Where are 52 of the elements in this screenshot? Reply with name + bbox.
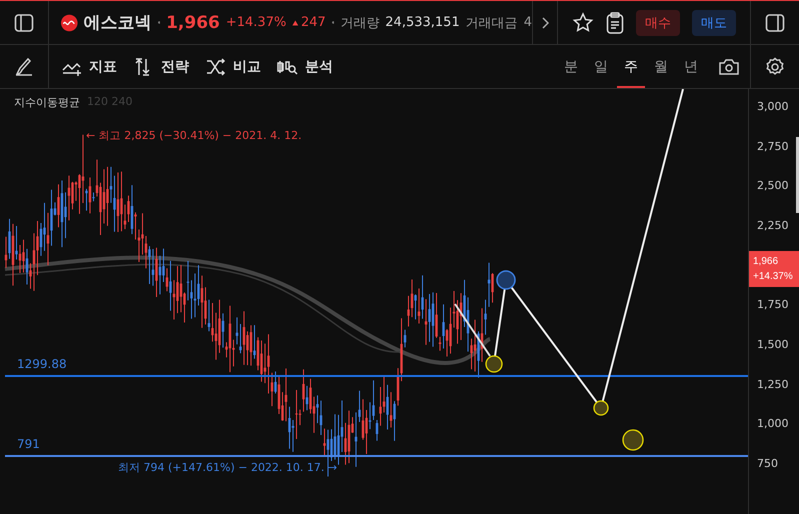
separator-dot-icon <box>158 21 160 24</box>
trend-line <box>454 303 491 357</box>
up-triangle-icon <box>292 18 299 26</box>
stock-name: 에스코넥 <box>84 12 152 34</box>
level-label: 1299.88 <box>17 357 67 371</box>
pen-icon[interactable] <box>14 56 34 76</box>
period-tab[interactable]: 주 <box>617 45 645 88</box>
price-tag: 1,966 +14.37% <box>749 251 799 287</box>
period-tab[interactable]: 분 <box>557 45 585 88</box>
change-amount: 247 <box>300 15 326 30</box>
toolbar-button[interactable]: 분석 <box>277 58 333 76</box>
low-annotation: 최저 794 (+147.61%) − 2022. 10. 17. → <box>118 460 338 475</box>
settings-icon[interactable] <box>765 56 785 76</box>
axis-tick-label: 1,750 <box>757 298 788 312</box>
toolbar-button[interactable]: 비교 <box>205 58 261 76</box>
trade-value: 4 <box>524 15 532 30</box>
period-tab[interactable]: 년 <box>677 45 705 88</box>
circle-marker <box>593 400 609 416</box>
separator-dot-icon <box>332 21 334 24</box>
high-annotation: ← 최고 2,825 (−30.41%) − 2021. 4. 12. <box>86 128 302 143</box>
axis-tick-label: 2,250 <box>757 219 788 232</box>
scrollbar-thumb[interactable] <box>796 137 799 213</box>
axis-tick-label: 1,000 <box>757 417 788 430</box>
trade-value-label: 거래대금 <box>466 14 518 32</box>
period-tab[interactable]: 월 <box>647 45 675 88</box>
volume-label: 거래량 <box>340 14 380 32</box>
clipboard-icon[interactable] <box>606 12 624 34</box>
axis-tick-label: 2,750 <box>757 140 788 153</box>
axis-tick-label: 1,500 <box>757 338 788 351</box>
crossing-arrows-icon <box>205 58 227 76</box>
axis-tick-label: 1,250 <box>757 378 788 391</box>
sidebar-panel-icon[interactable] <box>14 12 34 32</box>
camera-icon[interactable] <box>718 58 740 76</box>
axis-tick-label: 750 <box>757 457 778 470</box>
level-label: 791 <box>17 437 40 451</box>
buy-button[interactable]: 매수 <box>636 10 680 36</box>
circle-marker <box>496 270 516 290</box>
volume-value: 24,533,151 <box>385 15 460 30</box>
current-price: 1,966 <box>166 12 220 32</box>
sell-button[interactable]: 매도 <box>692 10 736 36</box>
change-percent: +14.37% <box>226 15 286 30</box>
axis-tick-label: 2,500 <box>757 179 788 192</box>
toolbar-button[interactable]: 지표 <box>61 58 117 76</box>
circle-marker <box>622 429 644 451</box>
chevron-right-icon[interactable] <box>541 16 549 28</box>
toolbar-button[interactable]: 전략 <box>133 58 189 76</box>
indicator-name: 지수이동평균 <box>14 95 80 110</box>
axis-tick-label: 3,000 <box>757 100 788 113</box>
stock-logo <box>61 12 78 32</box>
circle-marker <box>485 355 503 373</box>
side-panel-icon[interactable] <box>765 12 785 32</box>
period-tab[interactable]: 일 <box>587 45 615 88</box>
